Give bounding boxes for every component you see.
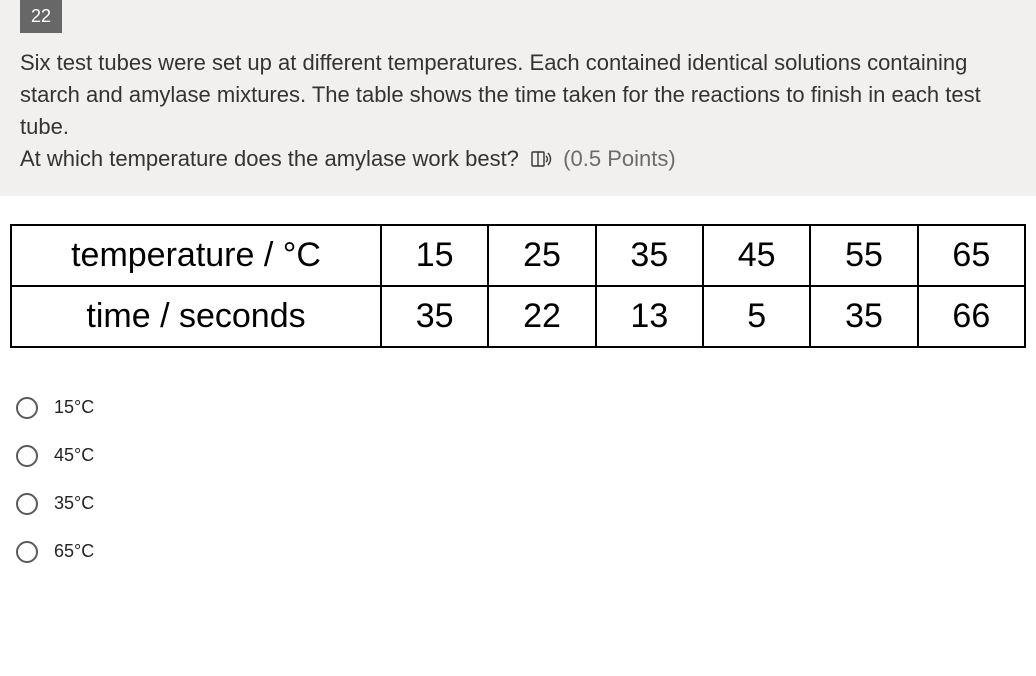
question-body-1: Six test tubes were set up at different … [20, 50, 981, 139]
row-label-temperature: temperature / °C [11, 225, 381, 286]
question-header: 22 Six test tubes were set up at differe… [0, 0, 1036, 196]
cell-temp-1: 25 [488, 225, 595, 286]
option-2[interactable]: 35°C [12, 480, 1024, 528]
option-label: 45°C [54, 445, 94, 466]
option-label: 35°C [54, 493, 94, 514]
option-3[interactable]: 65°C [12, 528, 1024, 576]
radio-icon [16, 445, 38, 467]
cell-time-2: 13 [596, 286, 703, 347]
option-0[interactable]: 15°C [12, 384, 1024, 432]
question-text: Six test tubes were set up at different … [20, 47, 1016, 178]
cell-time-5: 66 [918, 286, 1025, 347]
option-label: 65°C [54, 541, 94, 562]
cell-temp-0: 15 [381, 225, 488, 286]
question-body-2: At which temperature does the amylase wo… [20, 146, 519, 171]
data-table-container: temperature / °C 15 25 35 45 55 65 time … [0, 196, 1036, 366]
option-1[interactable]: 45°C [12, 432, 1024, 480]
data-table: temperature / °C 15 25 35 45 55 65 time … [10, 224, 1026, 348]
cell-temp-2: 35 [596, 225, 703, 286]
table-row: temperature / °C 15 25 35 45 55 65 [11, 225, 1025, 286]
answer-options: 15°C 45°C 35°C 65°C [0, 366, 1036, 586]
option-label: 15°C [54, 397, 94, 418]
cell-temp-4: 55 [810, 225, 917, 286]
cell-temp-5: 65 [918, 225, 1025, 286]
question-points: (0.5 Points) [563, 146, 676, 171]
cell-time-1: 22 [488, 286, 595, 347]
radio-icon [16, 397, 38, 419]
row-label-time: time / seconds [11, 286, 381, 347]
immersive-reader-icon[interactable] [531, 146, 553, 178]
radio-icon [16, 541, 38, 563]
question-number-badge: 22 [20, 0, 62, 33]
cell-time-4: 35 [810, 286, 917, 347]
cell-temp-3: 45 [703, 225, 810, 286]
cell-time-0: 35 [381, 286, 488, 347]
radio-icon [16, 493, 38, 515]
table-row: time / seconds 35 22 13 5 35 66 [11, 286, 1025, 347]
cell-time-3: 5 [703, 286, 810, 347]
